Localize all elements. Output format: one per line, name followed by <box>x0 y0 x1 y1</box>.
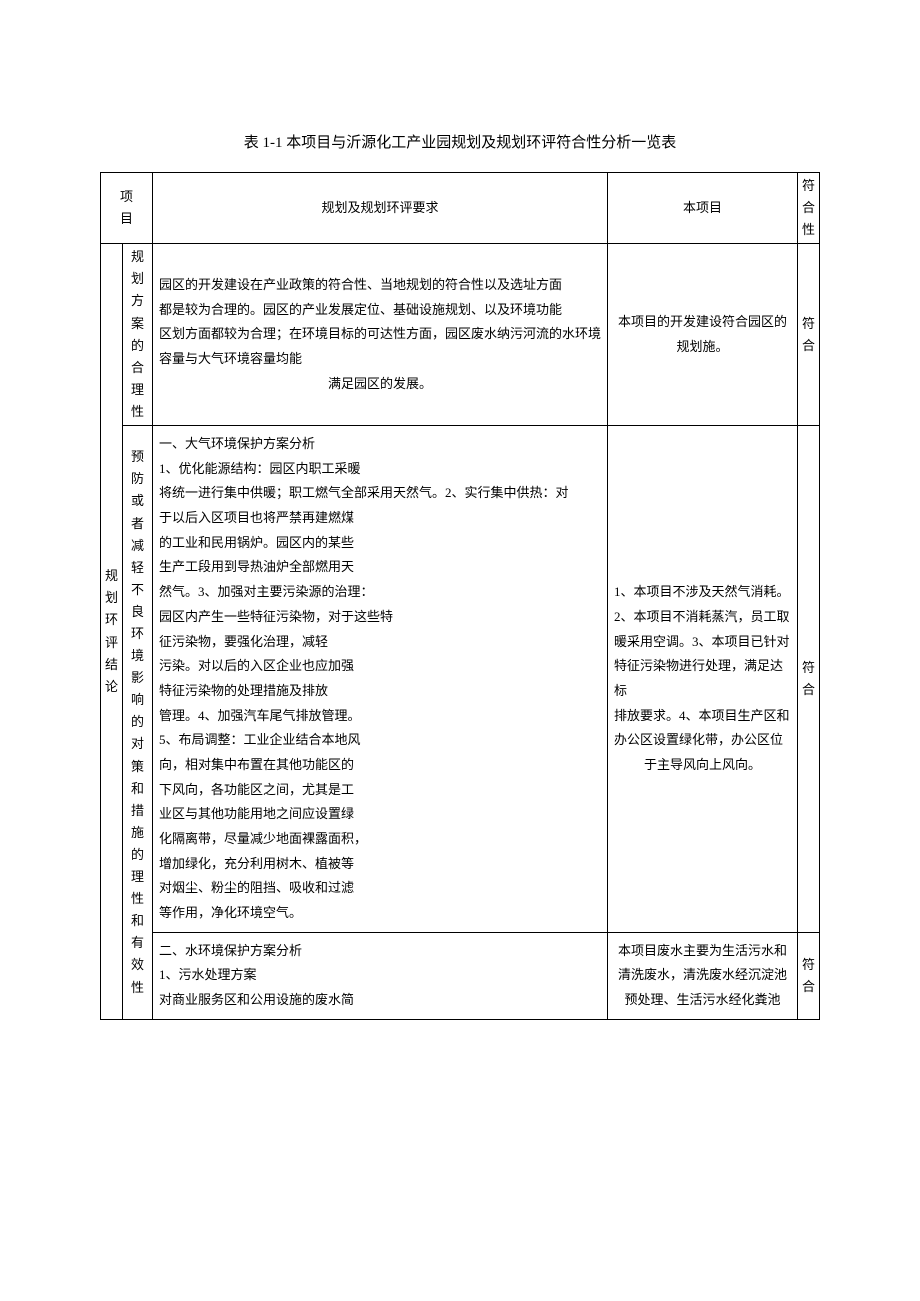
requirement-cell: 二、水环境保护方案分析 1、污水处理方案 对商业服务区和公用设施的废水简 <box>153 932 608 1019</box>
table-header-row: 项目 规划及规划环评要求 本项目 符合性 <box>101 173 820 244</box>
table-row: 二、水环境保护方案分析 1、污水处理方案 对商业服务区和公用设施的废水简 本项目… <box>101 932 820 1019</box>
conformity-cell: 符合 <box>798 244 820 426</box>
table-row: 预防或者减轻不良环境影响的对策和措施的理性和有效性 一、大气环境保护方案分析 1… <box>101 426 820 933</box>
conformity-cell: 符合 <box>798 932 820 1019</box>
project-cell: 本项目废水主要为生活污水和清洗废水，清洗废水经沉淀池预处理、生活污水经化粪池 <box>608 932 798 1019</box>
project-cell: 本项目的开发建设符合园区的规划施。 <box>608 244 798 426</box>
header-col-project: 本项目 <box>608 173 798 244</box>
header-col-requirement: 规划及规划环评要求 <box>153 173 608 244</box>
table-title: 表 1-1 本项目与沂源化工产业园规划及规划环评符合性分析一览表 <box>100 130 820 157</box>
row-sub-label: 预防或者减轻不良环境影响的对策和措施的理性和有效性 <box>123 426 153 1020</box>
conformity-table: 项目 规划及规划环评要求 本项目 符合性 规划环评结论 规划方案的合理性 园区的… <box>100 172 820 1020</box>
table-row: 规划环评结论 规划方案的合理性 园区的开发建设在产业政策的符合性、当地规划的符合… <box>101 244 820 426</box>
requirement-cell: 一、大气环境保护方案分析 1、优化能源结构：园区内职工采暖 将统一进行集中供暖；… <box>153 426 608 933</box>
row-sub-label: 规划方案的合理性 <box>123 244 153 426</box>
conformity-cell: 符合 <box>798 426 820 933</box>
requirement-cell: 园区的开发建设在产业政策的符合性、当地规划的符合性以及选址方面 都是较为合理的。… <box>153 244 608 426</box>
header-col-conformity: 符合性 <box>798 173 820 244</box>
header-col-item: 项目 <box>101 173 153 244</box>
row-group-label: 规划环评结论 <box>101 244 123 1020</box>
project-cell: 1、本项目不涉及天然气消耗。 2、本项目不消耗蒸汽，员工取暖采用空调。3、本项目… <box>608 426 798 933</box>
